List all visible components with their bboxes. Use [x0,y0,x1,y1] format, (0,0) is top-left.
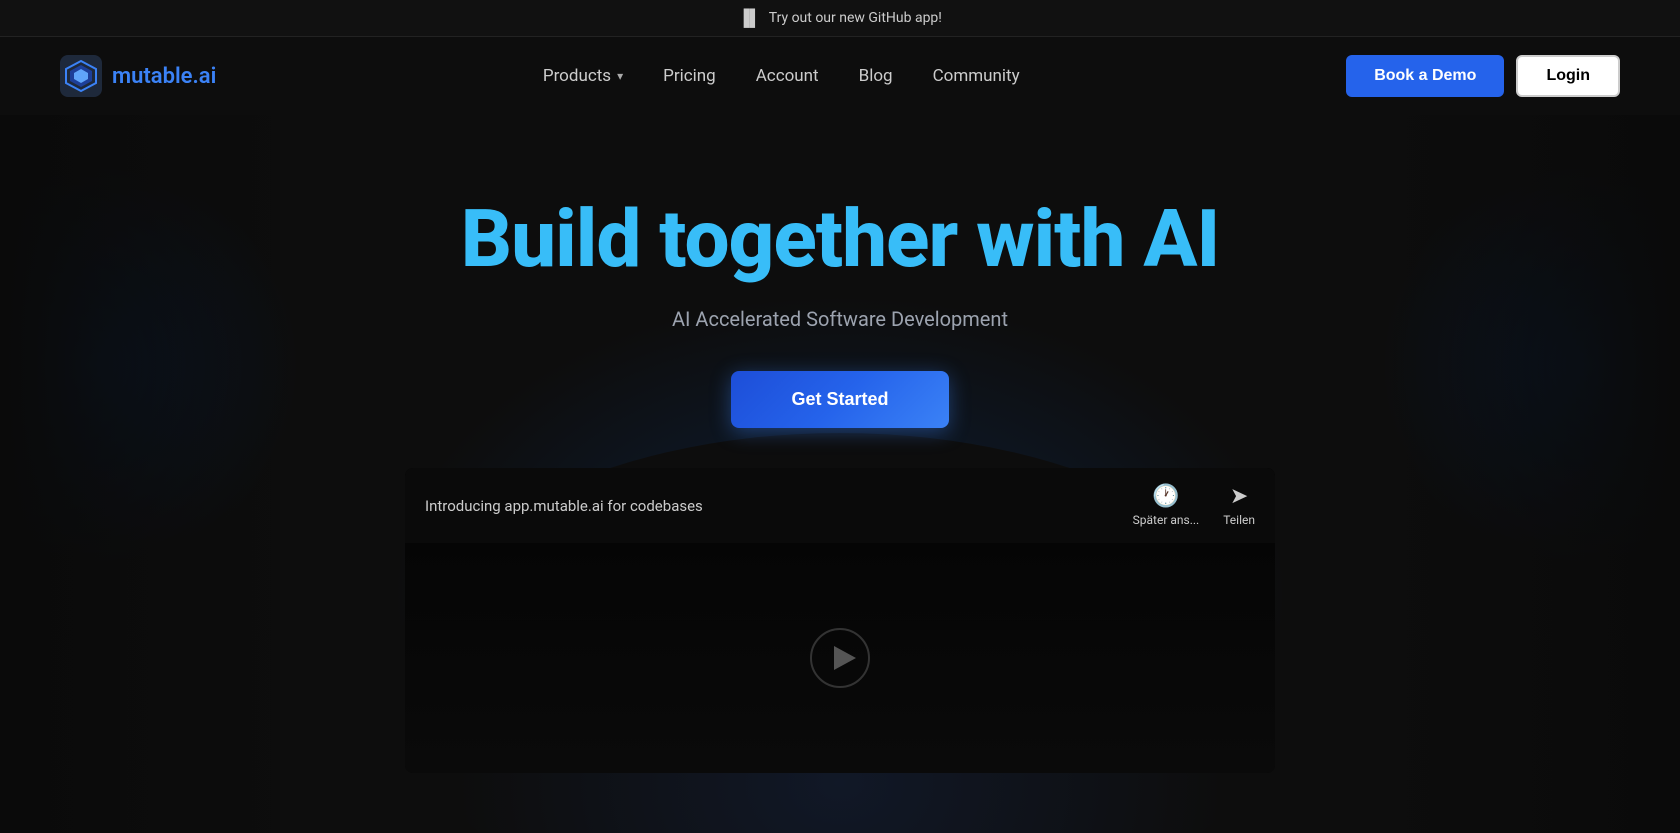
logo-icon [60,55,102,97]
video-thumbnail[interactable] [405,543,1275,773]
get-started-button[interactable]: Get Started [731,371,948,428]
logo[interactable]: mutable.ai [60,55,216,97]
video-section[interactable]: Introducing app.mutable.ai for codebases… [405,468,1275,773]
nav-blog[interactable]: Blog [859,66,893,86]
share-icon: ➤ [1230,484,1248,509]
navbar: mutable.ai Products ▾ Pricing Account Bl… [0,37,1680,115]
watch-later-label: Später ans... [1133,513,1200,527]
book-demo-button[interactable]: Book a Demo [1346,55,1504,97]
hero-title: Build together with AI [0,195,1680,283]
top-banner[interactable]: ▐▌ Try out our new GitHub app! [0,0,1680,37]
banner-text: Try out our new GitHub app! [769,10,942,26]
play-icon [810,628,870,688]
watch-later-button[interactable]: 🕐 Später ans... [1133,484,1200,527]
hero-section: Build together with AI AI Accelerated So… [0,115,1680,833]
nav-products[interactable]: Products ▾ [543,66,623,86]
nav-community[interactable]: Community [933,66,1020,86]
share-label: Teilen [1223,513,1255,527]
video-title: Introducing app.mutable.ai for codebases [425,497,703,515]
login-button[interactable]: Login [1516,55,1620,97]
watch-later-icon: 🕐 [1152,484,1179,509]
nav-pricing[interactable]: Pricing [663,66,716,86]
nav-buttons: Book a Demo Login [1346,55,1620,97]
nav-links: Products ▾ Pricing Account Blog Communit… [543,66,1020,86]
share-button[interactable]: ➤ Teilen [1223,484,1255,527]
logo-text: mutable.ai [112,64,216,89]
nav-account[interactable]: Account [756,66,819,86]
video-controls: 🕐 Später ans... ➤ Teilen [1133,484,1255,527]
chevron-down-icon: ▾ [617,69,623,83]
video-header: Introducing app.mutable.ai for codebases… [405,468,1275,543]
github-icon: ▐▌ [738,8,761,28]
hero-subtitle: AI Accelerated Software Development [0,307,1680,331]
